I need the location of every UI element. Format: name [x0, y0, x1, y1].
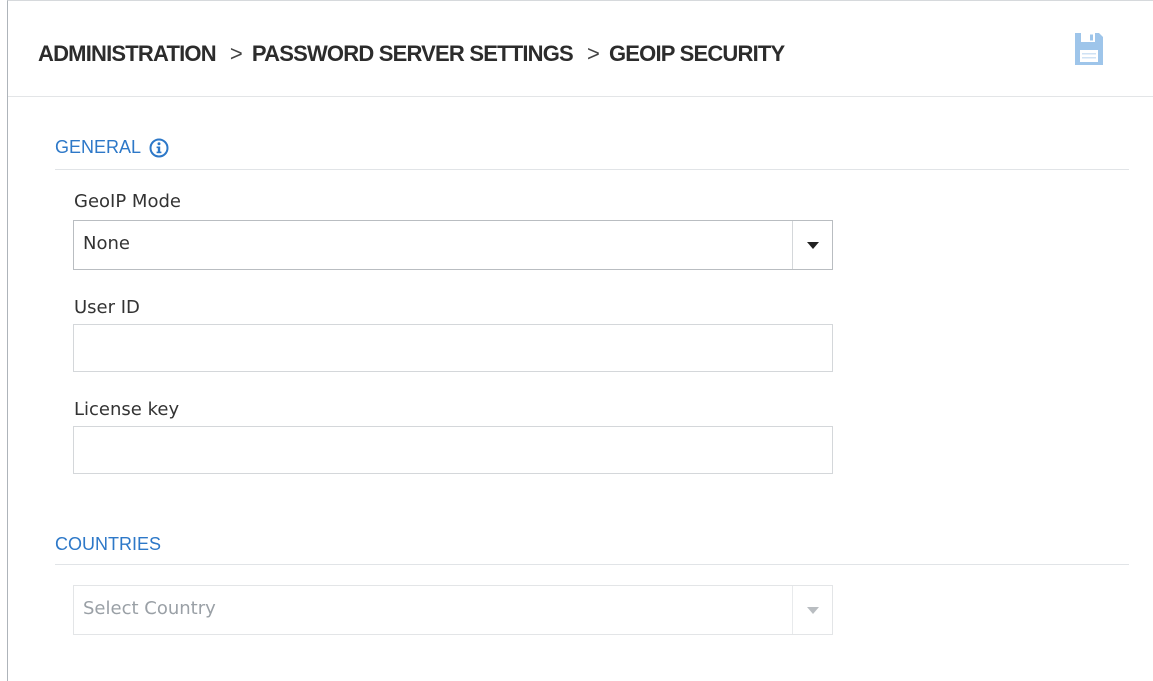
breadcrumb-item-administration[interactable]: ADMINISTRATION	[38, 41, 217, 67]
info-circle-icon[interactable]	[149, 138, 169, 158]
user-id-input[interactable]	[73, 324, 833, 372]
user-id-label: User ID	[74, 297, 140, 318]
geoip-mode-label: GeoIP Mode	[74, 191, 181, 212]
breadcrumb-item-geoip-security: GEOIP SECURITY	[609, 41, 785, 66]
caret-down-icon	[806, 241, 819, 249]
settings-panel: ADMINISTRATION > PASSWORD SERVER SETTING…	[7, 0, 1153, 681]
section-divider	[55, 564, 1129, 565]
license-key-label: License key	[74, 399, 180, 420]
geoip-mode-select[interactable]: None	[73, 220, 833, 270]
country-dropdown-button[interactable]	[792, 586, 832, 634]
license-key-input[interactable]	[73, 426, 833, 474]
geoip-mode-dropdown-button[interactable]	[792, 221, 832, 269]
section-divider	[55, 169, 1129, 170]
general-title: GENERAL	[55, 137, 142, 157]
country-select[interactable]: Select Country	[73, 585, 833, 635]
countries-title: COUNTRIES	[55, 534, 162, 554]
geoip-mode-value: None	[83, 233, 130, 254]
breadcrumb-separator-icon: >	[229, 41, 243, 66]
country-select-placeholder: Select Country	[83, 598, 216, 619]
floppy-disk-icon	[1075, 33, 1103, 65]
breadcrumb-item-password-server-settings[interactable]: PASSWORD SERVER SETTINGS	[252, 41, 574, 67]
breadcrumb: ADMINISTRATION > PASSWORD SERVER SETTING…	[38, 39, 785, 69]
section-title-countries: COUNTRIES	[55, 534, 161, 555]
page-header: ADMINISTRATION > PASSWORD SERVER SETTING…	[8, 1, 1153, 97]
caret-down-icon	[806, 606, 819, 614]
save-button[interactable]	[1073, 31, 1105, 67]
breadcrumb-separator-icon: >	[586, 41, 600, 66]
section-title-general: GENERAL	[55, 137, 169, 158]
